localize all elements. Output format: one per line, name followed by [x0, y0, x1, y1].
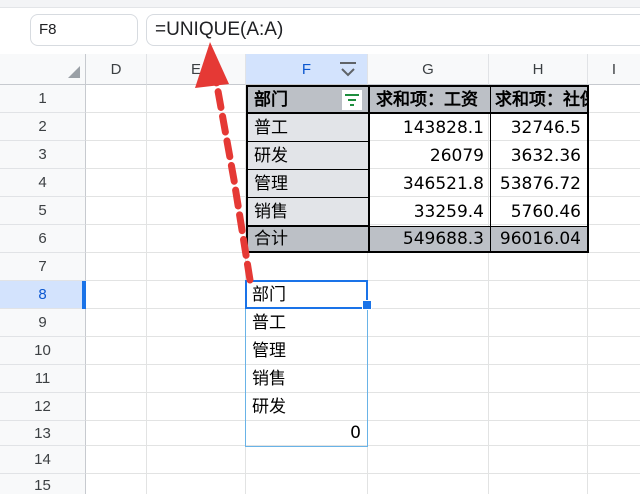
formula-bar[interactable]: =UNIQUE(A:A) — [146, 14, 640, 46]
row-header-2[interactable]: 2 — [0, 113, 86, 141]
pivot-insurance-cell[interactable]: 32746.5 — [491, 114, 587, 142]
pivot-salary-cell[interactable]: 26079 — [370, 142, 491, 170]
unique-result-cell[interactable]: 研发 — [246, 393, 367, 421]
fill-handle[interactable] — [362, 300, 372, 310]
column-header-i[interactable]: I — [588, 54, 640, 85]
filter-icon[interactable] — [342, 90, 362, 110]
toolbar-edge — [0, 0, 640, 8]
unique-result-cell[interactable]: 管理 — [246, 337, 367, 365]
pivot-dept-cell[interactable]: 管理 — [248, 170, 370, 198]
pivot-insurance-cell[interactable]: 53876.72 — [491, 170, 587, 198]
row-header-7[interactable]: 7 — [0, 253, 86, 281]
row-header-12[interactable]: 12 — [0, 393, 86, 421]
column-header-h[interactable]: H — [489, 54, 588, 85]
column-header-e[interactable]: E — [147, 54, 246, 85]
pivot-dept-cell[interactable]: 普工 — [248, 114, 370, 142]
row-header-4[interactable]: 4 — [0, 169, 86, 197]
pivot-salary-cell[interactable]: 143828.1 — [370, 114, 491, 142]
pivot-salary-cell[interactable]: 33259.4 — [370, 198, 491, 226]
gridline — [86, 473, 640, 474]
column-header-g[interactable]: G — [368, 54, 489, 85]
unique-result-cell[interactable]: 销售 — [246, 365, 367, 393]
row-header-10[interactable]: 10 — [0, 337, 86, 365]
select-all-icon — [68, 66, 80, 78]
column-f-label: F — [301, 61, 312, 78]
name-box[interactable]: F8 — [30, 14, 138, 46]
pivot-dept-cell[interactable]: 销售 — [248, 198, 370, 226]
unique-result-cell[interactable]: 普工 — [246, 309, 367, 337]
row-header-3[interactable]: 3 — [0, 141, 86, 169]
column-menu-icon[interactable] — [338, 60, 358, 80]
pivot-insurance-cell[interactable]: 5760.46 — [491, 198, 587, 226]
row-header-13[interactable]: 13 — [0, 421, 86, 446]
row-header-8[interactable]: 8 — [0, 281, 86, 309]
pivot-header-salary[interactable]: 求和项：工资 — [370, 87, 491, 114]
pivot-header-dept-label: 部门 — [254, 90, 288, 110]
column-header-f[interactable]: F — [246, 54, 368, 85]
row-header-9[interactable]: 9 — [0, 309, 86, 337]
pivot-header-dept[interactable]: 部门 — [248, 87, 370, 114]
pivot-table: 部门 求和项：工资 求和项：社保 普工 143828.1 32746.5 研发 … — [246, 85, 589, 253]
pivot-header-insurance[interactable]: 求和项：社保 — [491, 87, 587, 114]
row-header-11[interactable]: 11 — [0, 365, 86, 393]
pivot-dept-cell[interactable]: 研发 — [248, 142, 370, 170]
unique-result-zero[interactable]: 0 — [246, 421, 367, 446]
select-all-corner[interactable] — [0, 54, 86, 85]
pivot-salary-cell[interactable]: 346521.8 — [370, 170, 491, 198]
active-cell-f8[interactable] — [245, 280, 368, 309]
row-header-1[interactable]: 1 — [0, 85, 86, 113]
row-header-6[interactable]: 6 — [0, 225, 86, 253]
row-header-14[interactable]: 14 — [0, 446, 86, 474]
pivot-total-salary[interactable]: 549688.3 — [370, 226, 491, 251]
row-header-15[interactable]: 15 — [0, 474, 86, 494]
pivot-total-insurance[interactable]: 96016.04 — [491, 226, 587, 251]
pivot-insurance-cell[interactable]: 3632.36 — [491, 142, 587, 170]
gridline — [146, 85, 147, 494]
pivot-total-label[interactable]: 合计 — [248, 226, 370, 251]
row-header-5[interactable]: 5 — [0, 197, 86, 225]
column-header-d[interactable]: D — [86, 54, 147, 85]
row-8-active-marker — [82, 281, 86, 309]
